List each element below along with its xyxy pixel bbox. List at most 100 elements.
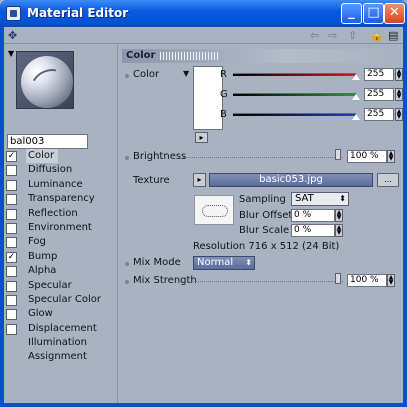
channel-item[interactable]: Reflection [6, 207, 116, 221]
b-spinner[interactable]: ▲ ▼ [395, 108, 403, 121]
channel-label: Diffusion [28, 164, 73, 176]
swatch-menu-button[interactable]: ▸ [195, 132, 208, 143]
channel-item[interactable]: Environment [6, 221, 116, 235]
preview-ball [21, 56, 73, 108]
menu-icon[interactable]: ▤ [388, 29, 398, 42]
blur-scale-spinner[interactable]: ▲ ▼ [335, 224, 343, 237]
brightness-slider-track[interactable] [183, 157, 343, 158]
chevron-down-icon: ⬍ [339, 194, 346, 203]
channel-item[interactable]: ✓ Bump [6, 250, 116, 264]
r-slider-handle[interactable] [352, 74, 360, 80]
blur-scale-field[interactable]: 0 % [291, 224, 335, 237]
sampling-label: Sampling [239, 194, 286, 205]
color-swatch[interactable] [193, 66, 223, 130]
channel-item[interactable]: Illumination [6, 336, 116, 350]
channel-label: Luminance [28, 178, 83, 190]
minimize-button[interactable]: _ [341, 3, 362, 24]
g-value-field[interactable]: 255 [364, 88, 394, 101]
g-slider[interactable] [233, 93, 360, 100]
brightness-anim-dot[interactable] [125, 156, 129, 160]
up-arrow-icon[interactable]: ⇧ [348, 29, 357, 42]
color-dropdown-arrow[interactable]: ▼ [183, 69, 189, 78]
b-slider-handle[interactable] [352, 114, 360, 120]
channel-checkbox[interactable] [6, 165, 17, 177]
mix-strength-slider-handle[interactable] [335, 273, 341, 284]
r-spinner[interactable]: ▲ ▼ [395, 68, 403, 81]
material-preview[interactable] [16, 51, 74, 109]
lock-icon[interactable]: 🔒 [370, 29, 384, 42]
channel-item[interactable]: Luminance [6, 178, 116, 192]
material-editor-window: Material Editor _ □ ✕ ✥ ⇦ ⇨ ⇧ 🔒 ▤ ▼ bal0… [0, 0, 407, 407]
r-label: R [220, 69, 227, 80]
r-value-field[interactable]: 255 [364, 68, 394, 81]
g-label: G [220, 89, 228, 100]
preview-menu-arrow[interactable]: ▼ [8, 49, 14, 58]
blur-offset-field[interactable]: 0 % [291, 209, 335, 222]
channel-item[interactable]: Glow [6, 307, 116, 321]
channel-item[interactable]: ✓ Color [6, 149, 116, 163]
channel-checkbox[interactable] [6, 222, 17, 234]
channel-checkbox[interactable] [6, 208, 17, 220]
channel-item[interactable]: Specular Color [6, 293, 116, 307]
mix-strength-anim-dot[interactable] [125, 280, 129, 284]
g-spinner[interactable]: ▲ ▼ [395, 88, 403, 101]
color-anim-dot[interactable] [125, 74, 129, 78]
blur-offset-spinner[interactable]: ▲ ▼ [335, 209, 343, 222]
channel-item[interactable]: Displacement [6, 322, 116, 336]
channel-checkbox[interactable] [6, 323, 17, 335]
channel-label: Assignment [28, 351, 87, 363]
channel-item[interactable]: Assignment [6, 350, 116, 364]
mix-mode-dropdown[interactable]: Normal ⬍ [193, 256, 255, 270]
channel-label: Specular Color [28, 293, 101, 305]
channel-checkbox[interactable] [6, 179, 17, 191]
texture-file-button[interactable]: basic053.jpg [209, 173, 373, 187]
channel-label: Bump [28, 250, 58, 262]
b-slider[interactable] [233, 113, 360, 120]
channel-checkbox[interactable] [6, 294, 17, 306]
brightness-label: Brightness [133, 151, 187, 162]
channel-label: Reflection [28, 207, 78, 219]
mix-strength-spinner[interactable]: ▲ ▼ [387, 274, 395, 287]
channel-checkbox[interactable] [6, 266, 17, 278]
texture-arrow-button[interactable]: ▸ [193, 173, 206, 187]
b-value-field[interactable]: 255 [364, 108, 394, 121]
channel-item[interactable]: Diffusion [6, 163, 116, 177]
attributes-panel: Color Color ▼ ▸ R 255 ▲ ▼ G 255 ▲ ▼ B 25… [119, 45, 403, 403]
channel-checkbox[interactable] [6, 237, 17, 249]
channel-checkbox[interactable] [6, 194, 17, 206]
channel-checkbox[interactable] [6, 280, 17, 292]
texture-browse-button[interactable]: ... [377, 173, 399, 187]
mix-mode-label: Mix Mode [133, 257, 181, 268]
pick-icon[interactable]: ✥ [8, 29, 17, 42]
channel-checkbox[interactable] [6, 309, 17, 321]
maximize-button[interactable]: □ [363, 3, 384, 24]
g-slider-handle[interactable] [352, 94, 360, 100]
mix-strength-value-field[interactable]: 100 % [347, 274, 387, 287]
title-bar[interactable]: Material Editor _ □ ✕ [0, 0, 407, 27]
channel-label: Environment [28, 221, 92, 233]
mix-strength-slider-track[interactable] [195, 281, 343, 282]
texture-thumbnail [194, 195, 234, 225]
texture-label: Texture [133, 175, 170, 186]
window-title: Material Editor [27, 6, 129, 20]
channel-label: Displacement [28, 322, 97, 334]
channel-checkbox[interactable]: ✓ [6, 251, 17, 263]
close-button[interactable]: ✕ [384, 3, 405, 24]
channel-item[interactable]: Fog [6, 235, 116, 249]
brightness-slider-handle[interactable] [335, 149, 341, 160]
channel-item[interactable]: Transparency [6, 192, 116, 206]
material-name-field[interactable]: bal003 [7, 134, 88, 149]
brightness-value-field[interactable]: 100 % [347, 150, 387, 163]
forward-arrow-icon[interactable]: ⇨ [328, 29, 337, 42]
section-grip [160, 52, 220, 60]
channel-item[interactable]: Specular [6, 279, 116, 293]
channel-item[interactable]: Alpha [6, 264, 116, 278]
channel-checkbox[interactable]: ✓ [6, 151, 17, 162]
toolbar: ✥ ⇦ ⇨ ⇧ 🔒 ▤ [4, 27, 403, 44]
sampling-dropdown[interactable]: SAT ⬍ [291, 192, 349, 206]
mix-mode-anim-dot[interactable] [125, 262, 129, 266]
back-arrow-icon[interactable]: ⇦ [310, 29, 319, 42]
section-title: Color [126, 50, 156, 61]
brightness-spinner[interactable]: ▲ ▼ [387, 150, 395, 163]
r-slider[interactable] [233, 73, 360, 80]
